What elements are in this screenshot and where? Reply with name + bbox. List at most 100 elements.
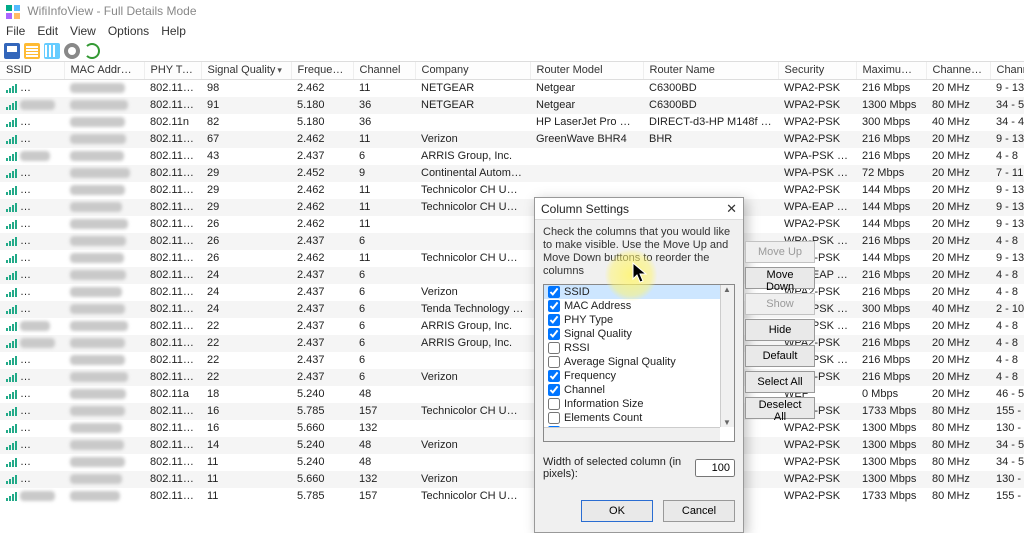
table-row[interactable]: 802.11n/ac165.660132WPA2-PSK1300 Mbps80 … [0,420,1024,437]
column-option[interactable]: Signal Quality [544,327,734,341]
column-header[interactable]: PHY Type [144,62,201,80]
column-checkbox[interactable] [548,342,560,354]
table-row[interactable]: 802.11g/n262.46211Technicolor CH USA Inc… [0,250,1024,267]
column-option[interactable]: Average Signal Quality [544,355,734,369]
column-checkbox[interactable] [548,384,560,396]
column-checkbox[interactable] [548,370,560,382]
app-icon [6,5,20,19]
table-row[interactable]: 802.11a185.24048WEP0 Mbps20 MHz46 - 50 [0,386,1024,403]
table-row[interactable]: 802.11g/n/ac115.785157Technicolor CH USA… [0,488,1024,505]
move-down-button[interactable]: Move Down [745,267,815,289]
table-row[interactable]: 802.11g/n222.4376ARRIS Group, Inc.WPA2-P… [0,335,1024,352]
table-row[interactable]: 802.11g/n242.4376VerizonWPA2-PSK216 Mbps… [0,284,1024,301]
column-header[interactable]: Channel Width [926,62,990,80]
table-row[interactable]: 802.11g/n262.46211WPA2-PSK144 Mbps20 MHz… [0,216,1024,233]
cell-model: HP LaserJet Pro M148f-… [530,114,643,131]
cell-phy: 802.11g/n [144,352,201,369]
deselect-all-button[interactable]: Deselect All [745,397,815,419]
column-header[interactable]: Signal Quality▾ [201,62,291,80]
cell-phy: 802.11n [144,114,201,131]
table-row[interactable]: 802.11g/n292.46211Technicolor CH USA Inc… [0,199,1024,216]
menu-edit[interactable]: Edit [37,24,58,38]
cell-speed: 216 Mbps [856,131,926,148]
table-row[interactable]: 802.11g/n222.4376ARRIS Group, Inc.WPA-PS… [0,318,1024,335]
column-checkbox[interactable] [548,286,560,298]
list-icon[interactable] [24,43,40,59]
column-option[interactable]: Channel [544,383,734,397]
column-header[interactable]: Router Model [530,62,643,80]
column-header[interactable]: Company [415,62,530,80]
table-row[interactable]: 802.11g/n915.18036NETGEARNetgearC6300BDW… [0,97,1024,114]
menu-bar[interactable]: File Edit View Options Help [0,22,1024,40]
table-row[interactable]: 802.11g/n432.4376ARRIS Group, Inc.WPA-PS… [0,148,1024,165]
save-icon[interactable] [4,43,20,59]
options-icon[interactable] [64,43,80,59]
ok-button[interactable]: OK [581,500,653,522]
width-input[interactable] [695,459,735,477]
menu-view[interactable]: View [70,24,96,38]
table-row[interactable]: 802.11g/n222.4376VerizonWPA2-PSK216 Mbps… [0,369,1024,386]
select-all-button[interactable]: Select All [745,371,815,393]
table-row[interactable]: 802.11g/n242.4376Tenda Technology Co…WPA… [0,301,1024,318]
hide-button[interactable]: Hide [745,319,815,341]
column-header[interactable]: Maximum Speed [856,62,926,80]
column-checkbox[interactable] [548,356,560,368]
default-button[interactable]: Default [745,345,815,367]
table-row[interactable]: 802.11g/n672.46211VerizonGreenWave BHR4B… [0,131,1024,148]
column-header[interactable]: Channels Range [990,62,1024,80]
table-row[interactable]: 802.11n/ac115.24048WPA2-PSK1300 Mbps80 M… [0,454,1024,471]
wifi-table[interactable]: SSIDMAC AddressPHY TypeSignal Quality▾Fr… [0,62,1024,505]
cancel-button[interactable]: Cancel [663,500,735,522]
columns-listbox[interactable]: SSIDMAC AddressPHY TypeSignal QualityRSS… [543,284,735,442]
cell-signal-quality: 11 [201,471,291,488]
table-header-row[interactable]: SSIDMAC AddressPHY TypeSignal Quality▾Fr… [0,62,1024,80]
dialog-titlebar[interactable]: Column Settings ✕ [535,198,743,220]
table-row[interactable]: 802.11g/n982.46211NETGEARNetgearC6300BDW… [0,80,1024,98]
menu-options[interactable]: Options [108,24,149,38]
column-checkbox[interactable] [548,412,560,424]
cell-ssid [0,182,64,199]
column-option[interactable]: Information Size [544,397,734,411]
column-option[interactable]: RSSI [544,341,734,355]
cell-ssid [0,369,64,386]
cell-ch-range: 9 - 13 [990,250,1024,267]
table-row[interactable]: 802.11g/n242.4376WPA-EAP + W…216 Mbps20 … [0,267,1024,284]
horizontal-scrollbar[interactable] [544,427,720,441]
column-header[interactable]: Frequency [291,62,353,80]
column-header[interactable]: Channel [353,62,415,80]
column-option[interactable]: MAC Address [544,299,734,313]
column-checkbox[interactable] [548,398,560,410]
column-checkbox[interactable] [548,328,560,340]
column-header[interactable]: SSID [0,62,64,80]
close-icon[interactable]: ✕ [726,201,737,217]
cell-company: Verizon [415,437,530,454]
column-checkbox[interactable] [548,314,560,326]
signal-icon [6,287,18,297]
cell-speed: 216 Mbps [856,318,926,335]
cell-company: NETGEAR [415,97,530,114]
column-option[interactable]: SSID [544,285,734,299]
column-option[interactable]: Elements Count [544,411,734,425]
cell-model [530,165,643,182]
table-row[interactable]: 802.11g/n262.4376WPA-PSK + W…216 Mbps20 … [0,233,1024,250]
menu-help[interactable]: Help [161,24,186,38]
table-row[interactable]: 802.11n/ac115.660132VerizonWPA2-PSK1300 … [0,471,1024,488]
cell-company: Technicolor CH USA In… [415,488,530,505]
table-row[interactable]: 802.11n/ac145.24048VerizonWPA2-PSK1300 M… [0,437,1024,454]
table-row[interactable]: 802.11g/n292.46211Technicolor CH USA Inc… [0,182,1024,199]
column-header[interactable]: MAC Address [64,62,144,80]
table-row[interactable]: 802.11g/n222.4376WPA-PSK + W…216 Mbps20 … [0,352,1024,369]
column-checkbox[interactable] [548,300,560,312]
vertical-scrollbar[interactable] [720,285,734,427]
column-option[interactable]: Frequency [544,369,734,383]
menu-file[interactable]: File [6,24,25,38]
table-row[interactable]: 802.11g/n292.4529Continental Automotive…… [0,165,1024,182]
column-option[interactable]: PHY Type [544,313,734,327]
refresh-icon[interactable] [84,43,100,59]
cell-router-name: C6300BD [643,97,778,114]
column-header[interactable]: Router Name [643,62,778,80]
table-row[interactable]: 802.11n825.18036HP LaserJet Pro M148f-…D… [0,114,1024,131]
table-row[interactable]: 802.11g/n/ac165.785157Technicolor CH USA… [0,403,1024,420]
column-header[interactable]: Security [778,62,856,80]
columns-icon[interactable] [44,43,60,59]
